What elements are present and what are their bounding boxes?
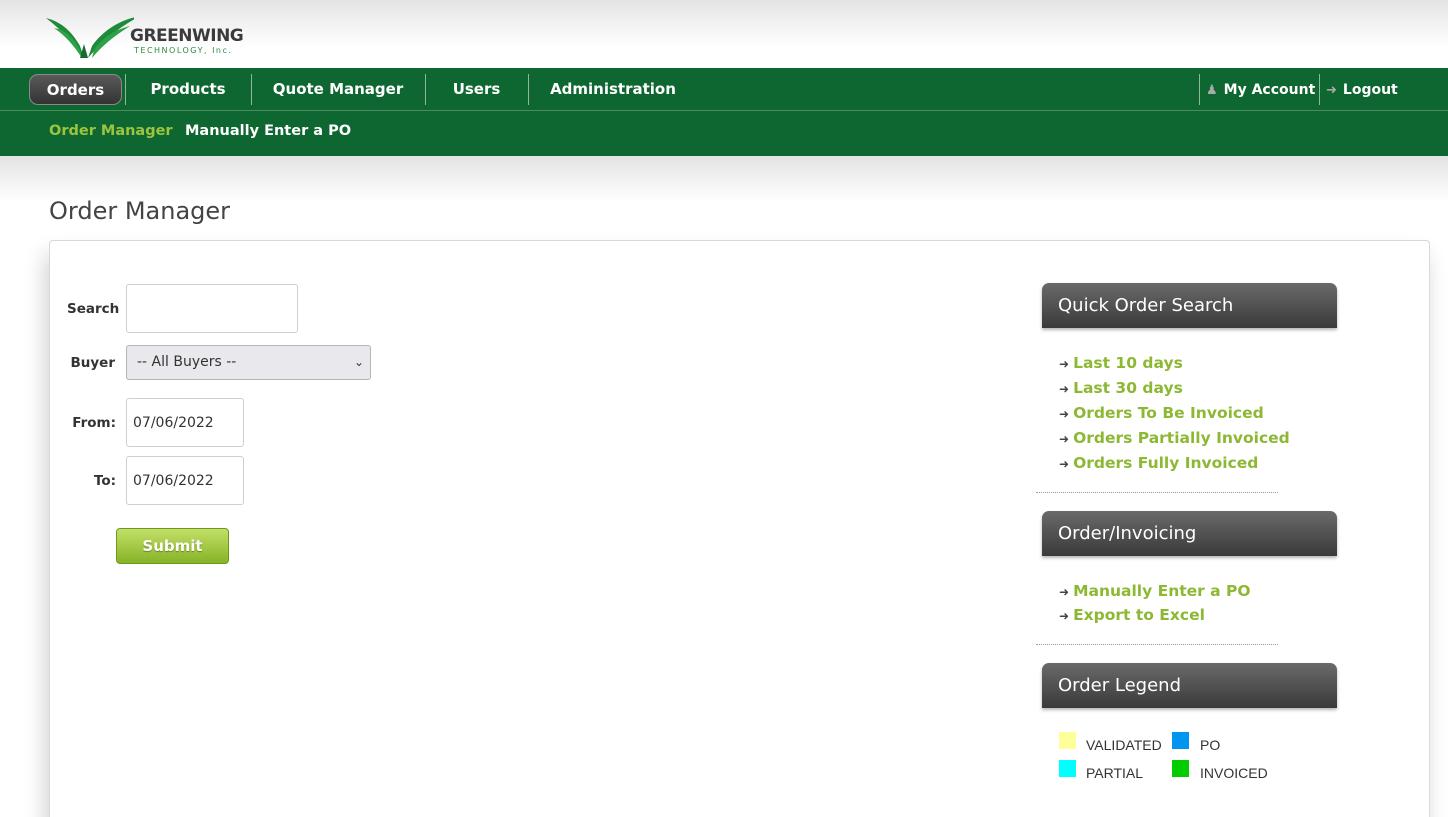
- buyer-label: Buyer: [70, 355, 115, 371]
- my-account-label: My Account: [1223, 82, 1316, 98]
- link-label: Last 30 days: [1073, 379, 1183, 397]
- from-date-input[interactable]: [126, 398, 244, 447]
- link-last-30-days[interactable]: ➜ Last 30 days: [1059, 379, 1183, 397]
- submit-button[interactable]: Submit: [116, 528, 229, 564]
- arrow-right-icon: ➜: [1059, 432, 1070, 446]
- logout-label: Logout: [1342, 82, 1398, 98]
- link-label: Orders Partially Invoiced: [1073, 429, 1290, 447]
- legend-label-validated: VALIDATED: [1086, 737, 1162, 753]
- main-nav: Orders Products Quote Manager Users Admi…: [0, 68, 1448, 111]
- subnav-order-manager[interactable]: Order Manager: [49, 123, 173, 139]
- page-title: Order Manager: [49, 197, 231, 225]
- link-manually-enter-po[interactable]: ➜ Manually Enter a PO: [1059, 582, 1251, 600]
- nav-users[interactable]: Users: [426, 74, 527, 105]
- subnav-manually-enter-po[interactable]: Manually Enter a PO: [185, 123, 351, 139]
- link-label: Export to Excel: [1073, 606, 1205, 624]
- buyer-select[interactable]: -- All Buyers -- ⌄: [126, 345, 371, 380]
- my-account-link[interactable]: ♟ My Account: [1206, 75, 1315, 105]
- from-label: From:: [72, 415, 116, 431]
- nav-orders[interactable]: Orders: [29, 74, 122, 105]
- link-label: Last 10 days: [1073, 354, 1183, 372]
- link-export-to-excel[interactable]: ➜ Export to Excel: [1059, 606, 1205, 624]
- search-input[interactable]: [126, 284, 298, 333]
- link-label: Orders Fully Invoiced: [1073, 454, 1259, 472]
- nav-divider: [1199, 74, 1200, 105]
- order-legend-header: Order Legend: [1042, 663, 1337, 708]
- header-shadow: [0, 156, 1448, 202]
- greenwing-logo[interactable]: GREENWING TECHNOLOGY, Inc.: [44, 14, 254, 64]
- quick-order-search-header: Quick Order Search: [1042, 283, 1337, 328]
- to-label: To:: [93, 473, 116, 489]
- user-icon: ♟: [1206, 83, 1218, 98]
- logout-link[interactable]: ➜ Logout: [1326, 75, 1398, 105]
- dotted-divider: [1036, 644, 1278, 645]
- logo-subtitle: TECHNOLOGY, Inc.: [134, 46, 233, 55]
- nav-quote-manager[interactable]: Quote Manager: [252, 74, 424, 105]
- arrow-right-icon: ➜: [1326, 83, 1337, 98]
- header: GREENWING TECHNOLOGY, Inc.: [0, 0, 1448, 68]
- nav-divider: [1319, 74, 1320, 105]
- link-last-10-days[interactable]: ➜ Last 10 days: [1059, 354, 1183, 372]
- link-label: Orders To Be Invoiced: [1073, 404, 1264, 422]
- arrow-right-icon: ➜: [1059, 357, 1070, 371]
- nav-products[interactable]: Products: [126, 74, 250, 105]
- arrow-right-icon: ➜: [1059, 382, 1070, 396]
- link-orders-partially-invoiced[interactable]: ➜ Orders Partially Invoiced: [1059, 429, 1290, 447]
- order-invoicing-header: Order/Invoicing: [1042, 511, 1337, 556]
- legend-label-partial: PARTIAL: [1086, 765, 1144, 781]
- search-label: Search: [67, 301, 120, 317]
- wing-logo-icon: [46, 17, 134, 58]
- legend-swatch-po: [1172, 732, 1189, 749]
- to-date-input[interactable]: [126, 456, 244, 505]
- nav-administration[interactable]: Administration: [529, 74, 697, 105]
- arrow-right-icon: ➜: [1059, 609, 1070, 623]
- legend-label-invoiced: INVOICED: [1200, 765, 1268, 781]
- logo-name: GREENWING: [130, 26, 244, 46]
- buyer-selected-value: -- All Buyers --: [137, 354, 237, 370]
- arrow-right-icon: ➜: [1059, 585, 1070, 599]
- arrow-right-icon: ➜: [1059, 407, 1070, 421]
- link-orders-to-be-invoiced[interactable]: ➜ Orders To Be Invoiced: [1059, 404, 1264, 422]
- arrow-right-icon: ➜: [1059, 457, 1070, 471]
- chevron-down-icon: ⌄: [353, 355, 364, 369]
- sub-nav: Order Manager Manually Enter a PO: [0, 111, 1448, 156]
- link-orders-fully-invoiced[interactable]: ➜ Orders Fully Invoiced: [1059, 454, 1258, 472]
- order-manager-panel: Search Buyer -- All Buyers -- ⌄ From: To…: [49, 240, 1430, 817]
- dotted-divider: [1036, 492, 1278, 493]
- legend-swatch-invoiced: [1172, 760, 1189, 777]
- legend-swatch-partial: [1059, 760, 1076, 777]
- link-label: Manually Enter a PO: [1073, 582, 1251, 600]
- legend-swatch-validated: [1059, 732, 1076, 749]
- legend-label-po: PO: [1200, 737, 1221, 753]
